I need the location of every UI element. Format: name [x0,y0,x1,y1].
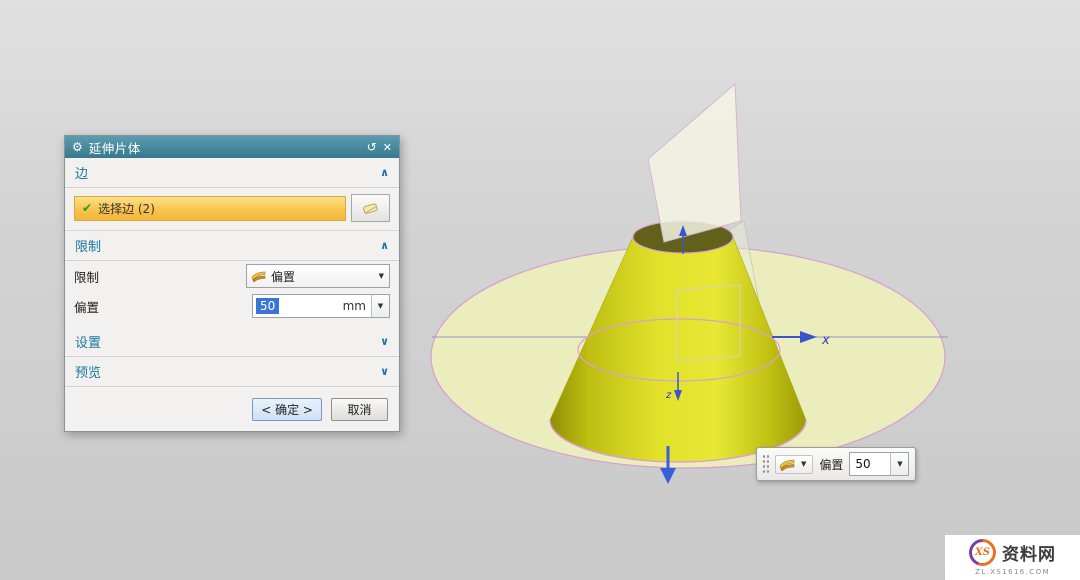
xs-logo-icon: XS [969,539,996,566]
limit-dropdown-value: 偏置 [271,268,371,285]
drag-handle[interactable] [761,453,769,475]
section-header-settings[interactable]: 设置 ∨ [65,327,399,357]
section-header-edge[interactable]: 边 ∧ [65,158,399,188]
mini-limit-dropdown[interactable]: ▼ [775,455,813,474]
axis-x-label: x [821,333,830,348]
section-header-limit[interactable]: 限制 ∧ [65,231,399,261]
extend-sheet-dialog: ⚙ 延伸片体 ↺ ✕ 边 ∧ ✔ 选择边 (2) 限制 ∧ [64,135,400,432]
mini-offset-dropdown[interactable]: ▼ [890,453,908,475]
gear-icon[interactable]: ⚙ [72,141,83,153]
ok-button[interactable]: < 确定 > [252,398,322,421]
site-watermark: XS 资料网 ZL.XS1616.COM [945,535,1080,580]
section-header-preview[interactable]: 预览 ∨ [65,357,399,387]
onscreen-mini-toolbar: ▼ 偏置 50 ▼ [756,447,916,481]
section-limit-label: 限制 [75,236,101,255]
cancel-button[interactable]: 取消 [331,398,388,421]
section-edge-label: 边 [75,163,88,182]
chevron-down-icon: ▼ [375,302,386,310]
chevron-down-icon[interactable]: ∨ [380,365,389,378]
edge-select-icon [361,201,381,216]
chevron-up-icon[interactable]: ∧ [380,239,389,252]
offset-icon [779,458,795,471]
offset-unit: mm [343,299,371,313]
close-icon[interactable]: ✕ [383,142,392,153]
offset-value-selected[interactable]: 50 [256,298,279,314]
section-preview-label: 预览 [75,362,101,381]
chevron-up-icon[interactable]: ∧ [380,166,389,179]
limit-dropdown[interactable]: 偏置 ▼ [246,264,390,288]
offset-label: 偏置 [74,297,99,316]
mini-offset-input[interactable]: 50 ▼ [849,452,909,476]
mini-offset-value[interactable]: 50 [850,457,890,471]
mini-offset-label: 偏置 [819,456,843,473]
chevron-down-icon[interactable]: ∨ [380,335,389,348]
select-edge-row: ✔ 选择边 (2) [65,188,399,231]
check-icon: ✔ [82,201,92,215]
xs-logo-text: XS [972,542,993,563]
dialog-title: 延伸片体 [89,138,361,157]
watermark-site-name: 资料网 [1002,540,1056,565]
dialog-titlebar[interactable]: ⚙ 延伸片体 ↺ ✕ [65,136,399,158]
watermark-row: XS 资料网 [969,539,1056,566]
offset-icon [251,270,266,282]
vertical-sheet-fin[interactable] [648,84,741,242]
limit-label: 限制 [74,267,99,286]
chevron-down-icon: ▼ [798,460,809,468]
reset-icon[interactable]: ↺ [367,141,377,153]
section-settings-label: 设置 [75,332,101,351]
axis-z-label: z [665,390,672,401]
edge-filter-button[interactable] [351,194,390,222]
limit-row: 限制 偏置 ▼ [65,261,399,291]
offset-unit-dropdown[interactable]: ▼ [371,295,389,317]
offset-input[interactable]: 50 mm ▼ [252,294,390,318]
offset-row: 偏置 50 mm ▼ [65,291,399,321]
select-edge-label: 选择边 (2) [98,200,155,217]
chevron-down-icon: ▼ [894,460,905,468]
select-edge-field[interactable]: ✔ 选择边 (2) [74,196,346,221]
watermark-site-url: ZL.XS1616.COM [975,568,1050,576]
dialog-button-row: < 确定 > 取消 [65,387,399,431]
extension-direction-arrow-head[interactable] [660,468,676,484]
application-window: x z ⚙ 延伸片体 ↺ ✕ 边 ∧ ✔ 选择边 (2) [0,0,1080,580]
chevron-down-icon[interactable]: ▼ [376,272,387,280]
